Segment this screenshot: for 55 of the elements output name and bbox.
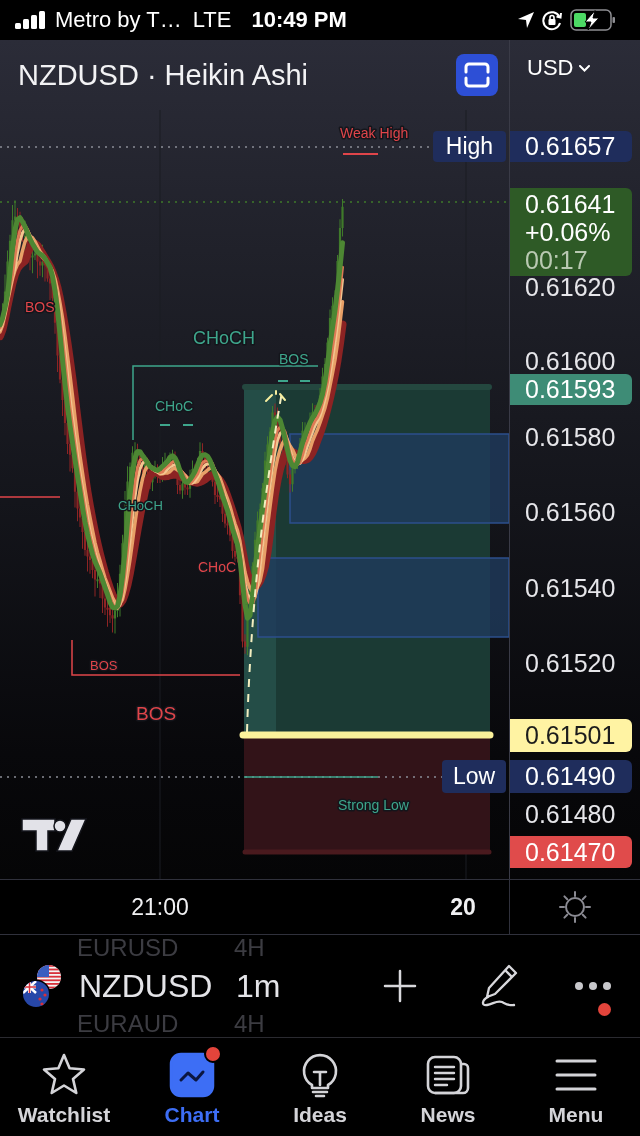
countdown-text: 00:17: [525, 246, 588, 274]
logo-icon: [21, 818, 88, 852]
time-axis-label: 21:00: [131, 894, 189, 920]
peak-marker-icon: [265, 390, 286, 402]
more-icon[interactable]: [574, 981, 612, 991]
weak-high-line: [342, 153, 379, 155]
price-badge: 0.61593: [510, 374, 632, 405]
structure-label: BOS: [136, 703, 177, 724]
currency-button[interactable]: USD: [527, 54, 591, 82]
structure-label: CHoCH: [193, 328, 255, 348]
structure-line: [0, 496, 61, 498]
structure-label: BOS: [279, 351, 309, 367]
symbol-text[interactable]: NZDUSD: [79, 967, 236, 1005]
structure-label: BOS: [90, 658, 118, 673]
network-type: LTE: [192, 7, 232, 33]
battery-icon: [570, 9, 616, 31]
fullscreen-icon[interactable]: [456, 54, 498, 96]
price-tick-label: 0.61600: [525, 348, 616, 374]
price-change-text: +0.06%: [525, 218, 611, 246]
structure-label: BOS: [25, 299, 55, 315]
nav-tab[interactable]: News: [384, 1038, 512, 1136]
rotation-lock-icon: [541, 9, 563, 31]
price-badge: 0.61470: [510, 836, 632, 868]
structure-label: CHoC: [155, 398, 194, 414]
price-marker-tag: Low: [442, 760, 506, 793]
chevron-down-icon: [579, 64, 591, 72]
sun-icon[interactable]: [559, 891, 591, 923]
plus-icon[interactable]: [383, 969, 417, 1003]
interval-text[interactable]: 1m: [236, 967, 281, 1005]
carrier-name: Metro by T…: [55, 7, 182, 33]
structure-label: Strong Low: [338, 797, 409, 813]
price-tick-label: 0.61580: [525, 424, 616, 450]
price-badge: 0.61490: [510, 760, 632, 793]
price-tick-label: 0.61520: [525, 650, 616, 676]
price-tick-label: 0.61540: [525, 575, 616, 601]
time-axis-label: 20: [450, 894, 476, 920]
price-marker-tag: High: [433, 131, 506, 162]
price-badge: 0.61501: [510, 719, 632, 752]
last-price-text: 0.61641: [525, 190, 616, 218]
flags-icon: [22, 964, 62, 1008]
price-tick-label: 0.61560: [525, 499, 616, 525]
signal-icon: [15, 11, 46, 29]
location-arrow-icon: [517, 11, 535, 29]
nav-tab[interactable]: Chart: [128, 1038, 256, 1136]
structure-label: Weak High: [340, 125, 409, 141]
chart-title[interactable]: NZDUSD · Heikin Ashi: [18, 58, 309, 92]
clock-time: 10:49 PM: [251, 7, 347, 33]
pen-icon[interactable]: [479, 964, 519, 1008]
nav-tab[interactable]: Menu: [512, 1038, 640, 1136]
price-tick-label: 0.61620: [525, 274, 616, 300]
nav-tab[interactable]: Watchlist: [0, 1038, 128, 1136]
price-tick-label: 0.61480: [525, 801, 616, 827]
structure-label: CHoC: [198, 559, 237, 575]
price-badge: 0.61657: [510, 131, 632, 162]
nav-tab[interactable]: Ideas: [256, 1038, 384, 1136]
